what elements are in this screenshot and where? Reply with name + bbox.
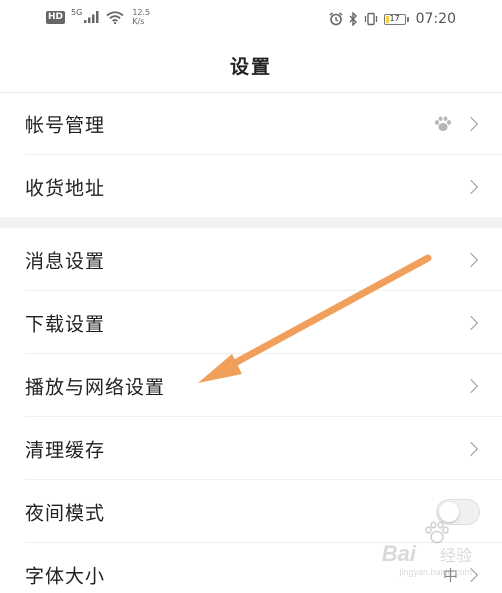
settings-item-account[interactable]: 帐号管理 xyxy=(0,92,502,155)
wifi-icon xyxy=(106,10,124,24)
settings-item-playback-network[interactable]: 播放与网络设置 xyxy=(0,354,502,417)
settings-screen: HD 5G 12.5 K/s 17 07:20 设置 帐号管理 收货地址 消息设… xyxy=(0,0,502,593)
settings-item-download[interactable]: 下载设置 xyxy=(0,291,502,354)
title-bar: 设置 xyxy=(0,38,502,93)
settings-item-label: 播放与网络设置 xyxy=(25,376,166,398)
section-divider xyxy=(0,217,502,228)
paw-icon xyxy=(435,116,451,131)
watermark-brand: Bai xyxy=(381,541,416,566)
chevron-right-icon xyxy=(463,315,479,330)
settings-item-label: 下载设置 xyxy=(25,313,106,335)
battery-fill xyxy=(385,15,389,23)
status-right: 17 07:20 xyxy=(329,11,456,27)
page-title: 设置 xyxy=(229,55,272,78)
hd-badge: HD xyxy=(46,10,66,24)
toggle-knob xyxy=(439,501,459,522)
network-speed: 12.5 K/s xyxy=(132,8,150,26)
speed-unit: K/s xyxy=(132,17,145,26)
settings-item-label: 帐号管理 xyxy=(25,114,106,136)
settings-item-label: 收货地址 xyxy=(25,177,106,199)
status-bar: HD 5G 12.5 K/s 17 07:20 xyxy=(0,0,502,38)
vibrate-icon xyxy=(364,12,377,26)
chevron-right-icon xyxy=(463,441,479,456)
watermark: Bai 经验 jingyan.baidu.com xyxy=(381,521,472,577)
battery-icon: 17 xyxy=(383,13,409,25)
settings-item-label: 清理缓存 xyxy=(25,439,106,461)
speed-value: 12.5 xyxy=(132,8,151,17)
settings-item-label: 字体大小 xyxy=(25,565,106,587)
watermark-paw-icon xyxy=(424,521,449,544)
settings-item-label: 消息设置 xyxy=(25,250,106,272)
status-time: 07:20 xyxy=(415,11,456,27)
settings-item-shipping-address[interactable]: 收货地址 xyxy=(0,155,502,218)
watermark-url: jingyan.baidu.com xyxy=(399,567,472,577)
chevron-right-icon xyxy=(463,378,479,393)
chevron-right-icon xyxy=(463,116,479,131)
chevron-right-icon xyxy=(463,179,479,194)
signal-icon xyxy=(84,11,99,23)
battery-tip xyxy=(406,16,409,22)
settings-item-label: 夜间模式 xyxy=(25,502,106,524)
chevron-right-icon xyxy=(463,252,479,267)
alarm-icon xyxy=(329,12,343,26)
network-type: 5G xyxy=(71,8,83,17)
battery-level: 17 xyxy=(389,14,400,23)
bluetooth-icon xyxy=(349,12,357,26)
settings-item-message[interactable]: 消息设置 xyxy=(0,228,502,291)
watermark-brand-suffix: 经验 xyxy=(439,548,472,565)
status-left: HD 5G 12.5 K/s xyxy=(46,8,150,26)
settings-item-clear-cache[interactable]: 清理缓存 xyxy=(0,417,502,480)
